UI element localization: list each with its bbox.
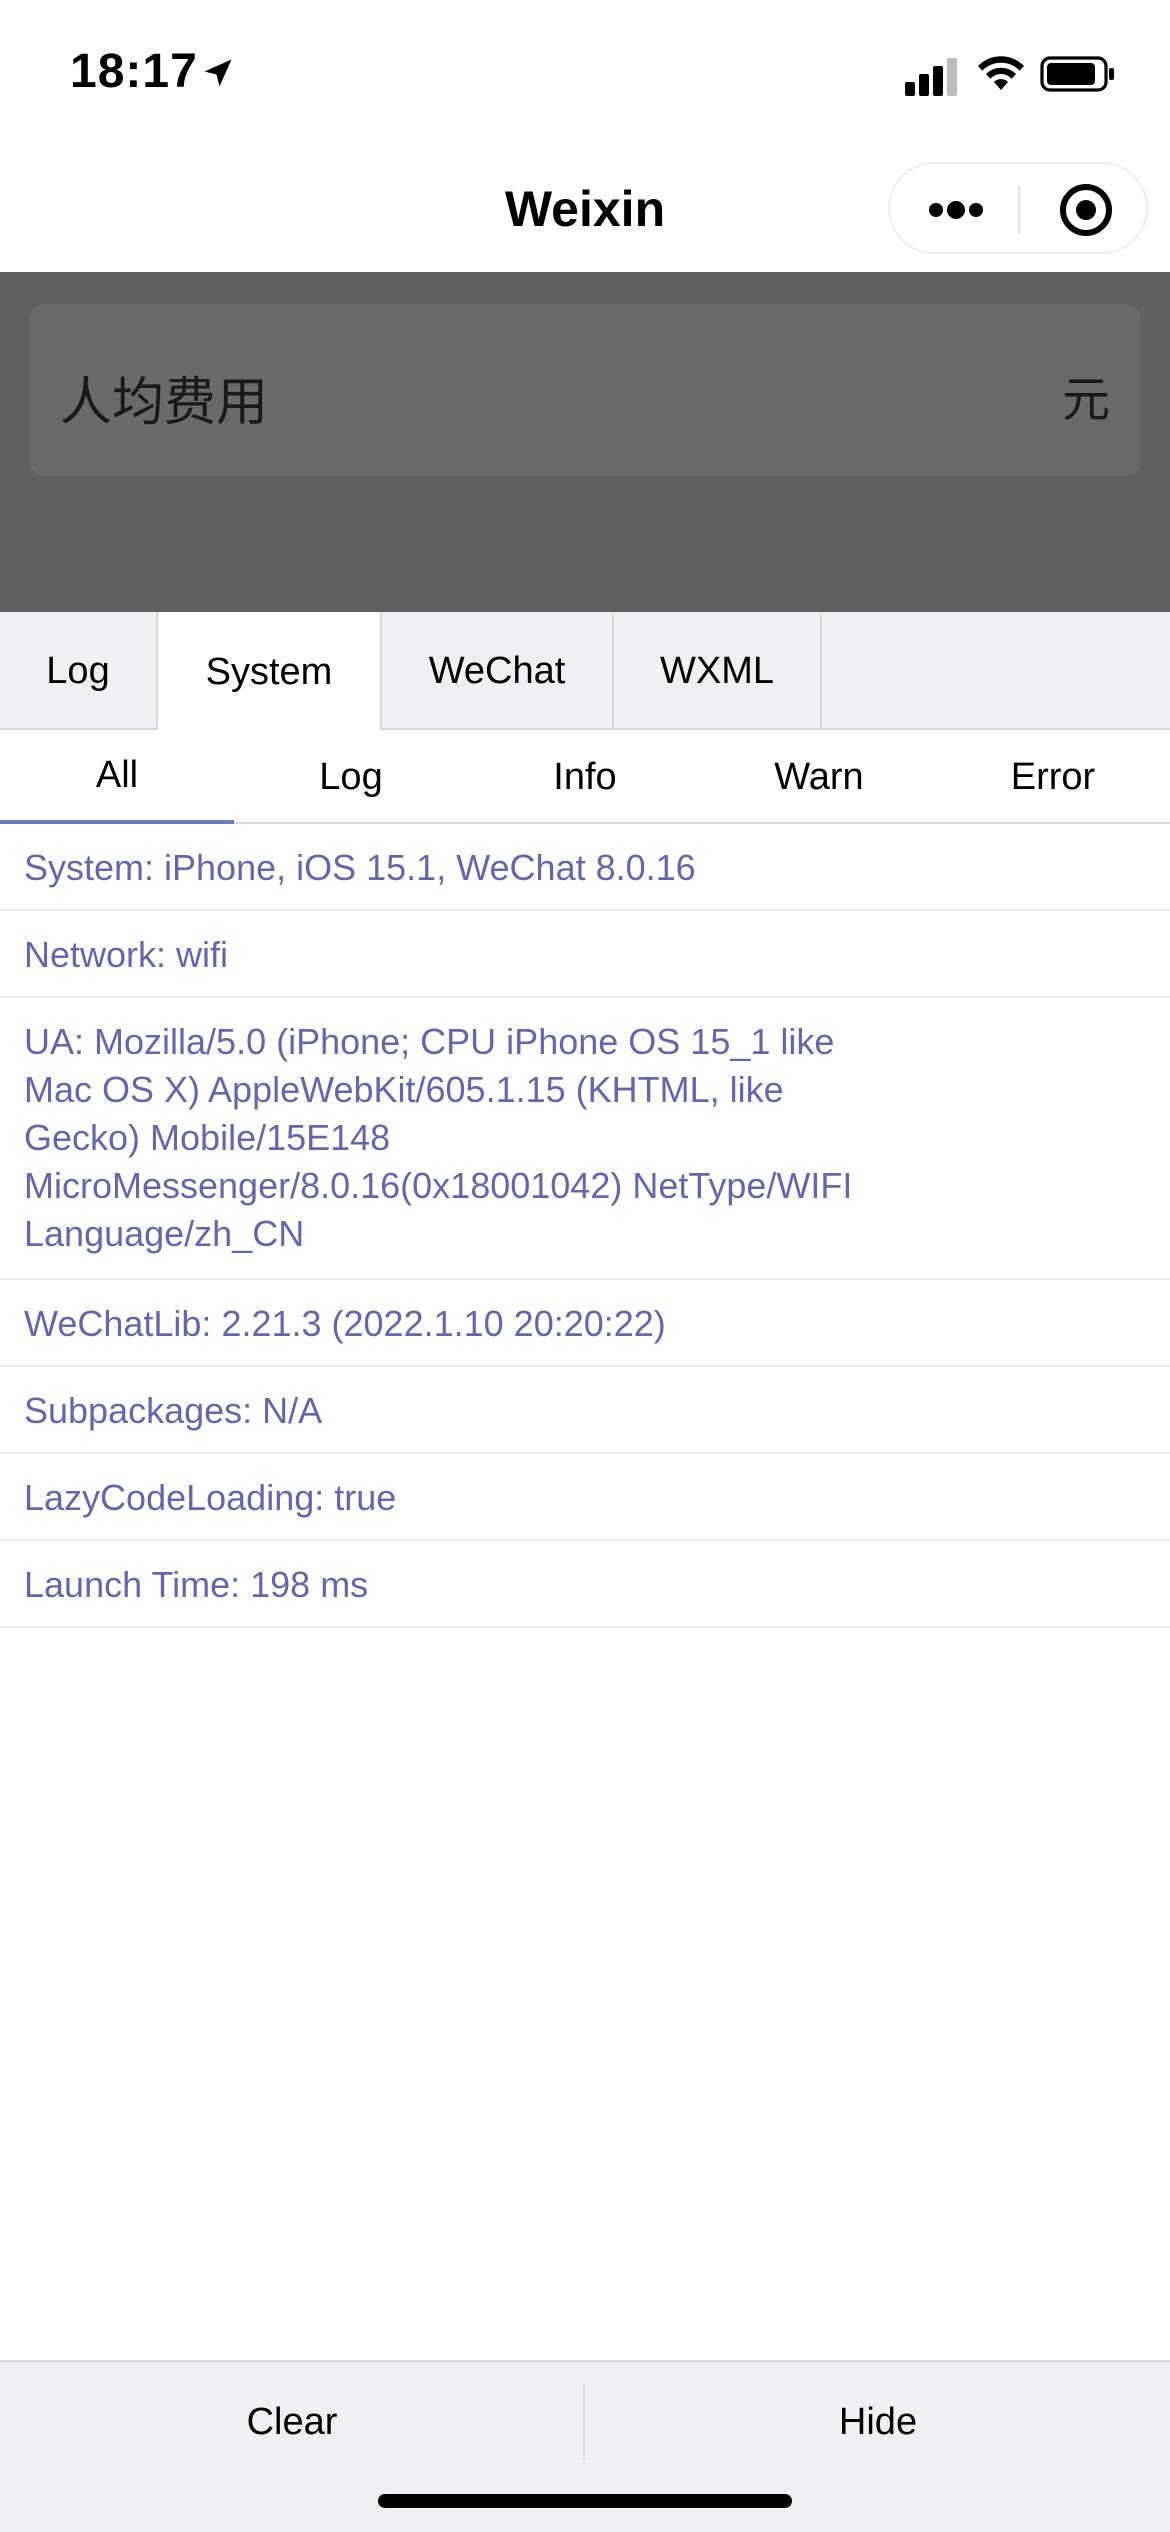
more-icon[interactable] bbox=[926, 190, 986, 230]
log-row-network: Network: wifi bbox=[0, 911, 1170, 998]
status-time: 18:17 bbox=[70, 45, 198, 98]
mini-program-capsule bbox=[888, 162, 1148, 254]
subtab-info[interactable]: Info bbox=[468, 730, 702, 824]
footer-divider bbox=[583, 2384, 585, 2460]
cost-label: 人均费用 bbox=[60, 374, 269, 432]
clear-button[interactable]: Clear bbox=[0, 2362, 584, 2482]
log-line: Language/zh_CN bbox=[24, 1213, 305, 1254]
log-line: Launch Time: 198 ms bbox=[24, 1564, 369, 1605]
console-tabbar: Log System WeChat WXML bbox=[0, 612, 1170, 732]
log-row-system: System: iPhone, iOS 15.1, WeChat 8.0.16 bbox=[0, 824, 1170, 911]
console-footer: Clear Hide bbox=[0, 2360, 1170, 2532]
log-line: Network: wifi bbox=[24, 934, 229, 975]
cellular-signal-icon bbox=[905, 58, 957, 96]
wifi-icon bbox=[978, 56, 1024, 90]
hide-button[interactable]: Hide bbox=[586, 2362, 1170, 2482]
log-line: LazyCodeLoading: true bbox=[24, 1477, 397, 1518]
subtab-warn[interactable]: Warn bbox=[702, 730, 936, 824]
log-row-launch-time: Launch Time: 198 ms bbox=[0, 1541, 1170, 1628]
log-row-lazycodeloading: LazyCodeLoading: true bbox=[0, 1454, 1170, 1541]
subtab-all[interactable]: All bbox=[0, 730, 234, 824]
tab-wechat[interactable]: WeChat bbox=[382, 612, 614, 730]
log-line: System: iPhone, iOS 15.1, WeChat 8.0.16 bbox=[24, 847, 696, 888]
cost-unit: 元 bbox=[1061, 374, 1110, 427]
log-line: MicroMessenger/8.0.16(0x18001042) NetTyp… bbox=[24, 1165, 853, 1206]
page-content-mask[interactable]: 人均费用 元 bbox=[0, 272, 1170, 612]
tab-wxml[interactable]: WXML bbox=[614, 612, 822, 730]
page: 18:17 Weixin 人均费用 元 Log System WeChat WX… bbox=[0, 0, 1170, 2532]
log-line: Mac OS X) AppleWebKit/605.1.15 (KHTML, l… bbox=[24, 1069, 784, 1110]
tab-log[interactable]: Log bbox=[0, 612, 158, 730]
battery-icon bbox=[1040, 56, 1114, 92]
log-list: System: iPhone, iOS 15.1, WeChat 8.0.16 … bbox=[0, 824, 1170, 1628]
subtab-error[interactable]: Error bbox=[936, 730, 1170, 824]
nav-bar: Weixin bbox=[0, 140, 1170, 272]
home-indicator[interactable] bbox=[378, 2494, 792, 2508]
log-row-ua: UA: Mozilla/5.0 (iPhone; CPU iPhone OS 1… bbox=[0, 998, 1170, 1280]
tab-system[interactable]: System bbox=[158, 612, 382, 732]
close-mini-program-icon[interactable] bbox=[1058, 182, 1114, 238]
log-line: WeChatLib: 2.21.3 (2022.1.10 20:20:22) bbox=[24, 1303, 666, 1344]
log-filter-tabs: All Log Info Warn Error bbox=[0, 730, 1170, 824]
log-row-subpackages: Subpackages: N/A bbox=[0, 1367, 1170, 1454]
vconsole-panel: Log System WeChat WXML All Log Info Warn… bbox=[0, 612, 1170, 2532]
capsule-divider bbox=[1018, 186, 1020, 234]
log-row-wechatlib: WeChatLib: 2.21.3 (2022.1.10 20:20:22) bbox=[0, 1280, 1170, 1367]
status-bar: 18:17 bbox=[0, 0, 1170, 140]
log-line: Subpackages: N/A bbox=[24, 1390, 323, 1431]
log-line: UA: Mozilla/5.0 (iPhone; CPU iPhone OS 1… bbox=[24, 1021, 835, 1062]
per-person-cost-field[interactable]: 人均费用 元 bbox=[30, 304, 1140, 476]
subtab-log[interactable]: Log bbox=[234, 730, 468, 824]
location-arrow-icon bbox=[204, 59, 232, 87]
log-line: Gecko) Mobile/15E148 bbox=[24, 1117, 391, 1158]
